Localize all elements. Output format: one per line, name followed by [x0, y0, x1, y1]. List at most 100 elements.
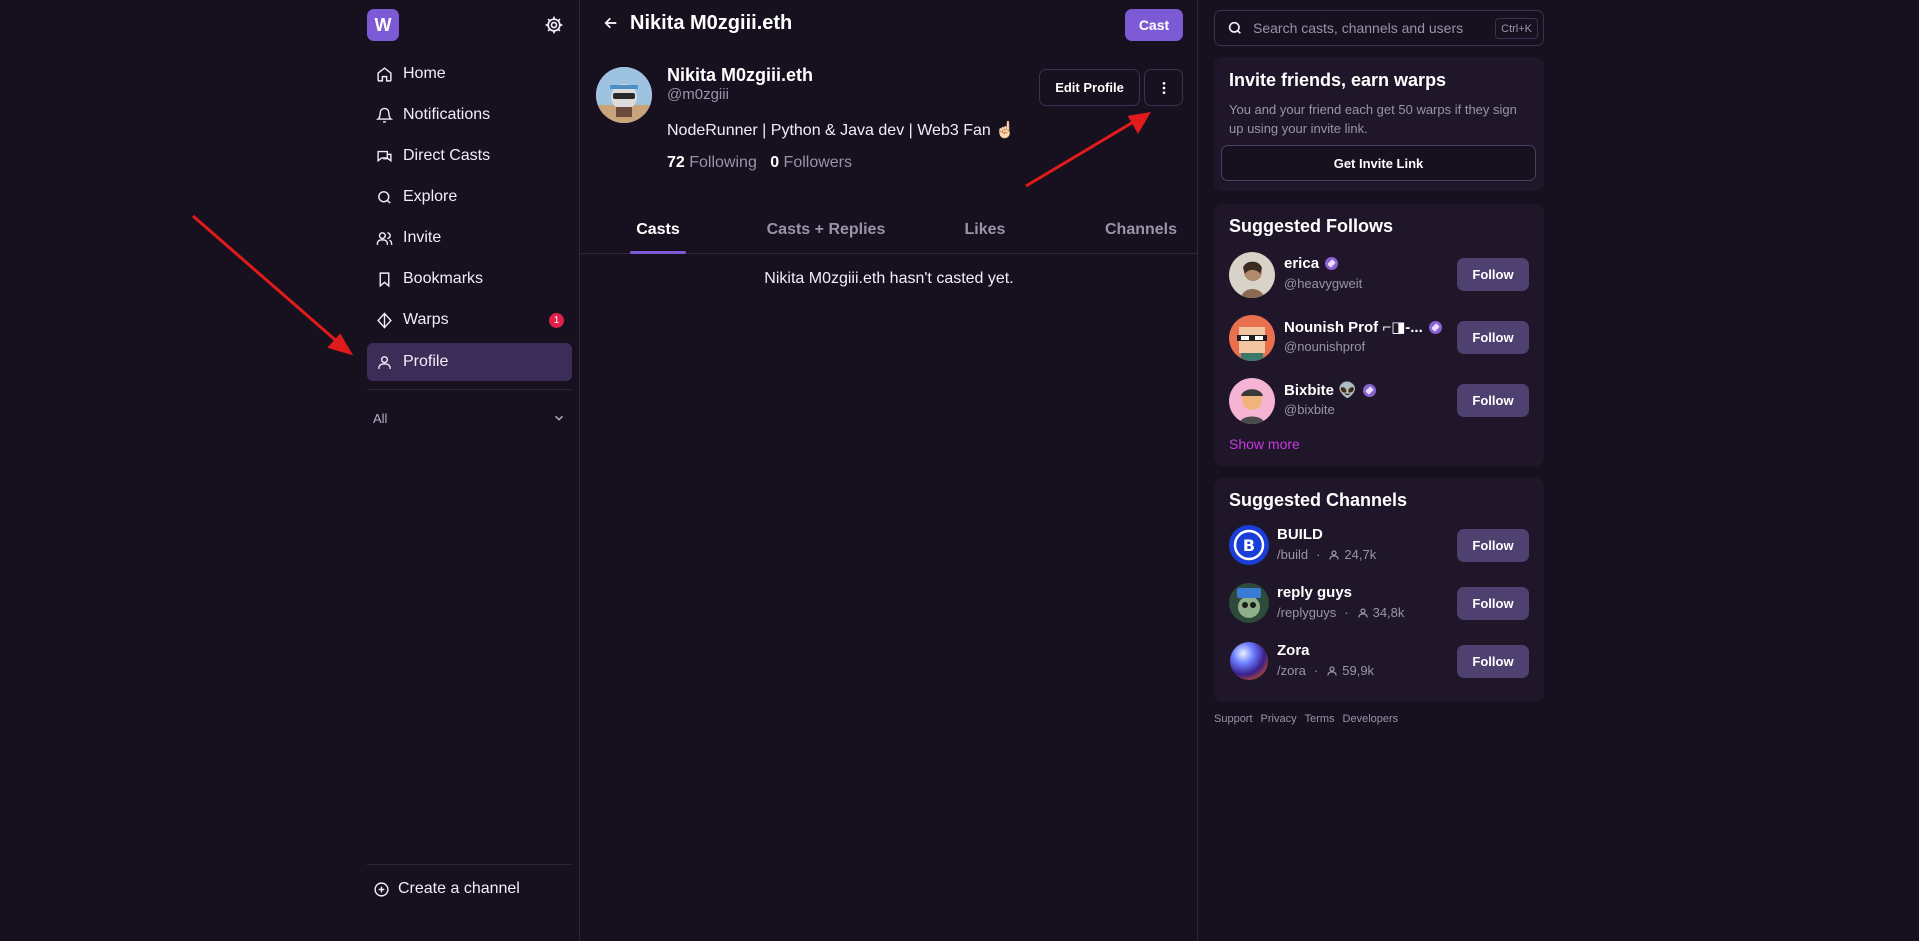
suggested-user-name: Bixbite 👽: [1284, 381, 1376, 399]
active-tab-indicator: [630, 251, 686, 254]
footer-links: Support Privacy Terms Developers: [1214, 713, 1406, 725]
bookmark-icon: [379, 271, 389, 287]
suggested-follows-card: Suggested Follows erica @heavygweit Foll…: [1214, 204, 1544, 466]
profile-name: Nikita M0zgiii.eth: [667, 65, 814, 85]
suggested-user-row[interactable]: erica @heavygweit Follow: [1229, 252, 1534, 300]
sidebar-item-bookmarks[interactable]: Bookmarks: [367, 260, 572, 298]
edit-profile-button[interactable]: Edit Profile: [1039, 69, 1140, 106]
followers-link[interactable]: 0 Followers: [770, 154, 852, 171]
empty-state-message: Nikita M0zgiii.eth hasn't casted yet.: [764, 270, 1014, 287]
more-options-button[interactable]: [1144, 69, 1183, 106]
home-icon: [376, 66, 392, 82]
channel-name: reply guys: [1277, 584, 1353, 601]
create-channel-button[interactable]: Create a channel: [373, 880, 520, 898]
search-shortcut-hint: Ctrl+K: [1495, 18, 1538, 39]
avatar[interactable]: [1229, 252, 1275, 298]
sidebar-item-warps[interactable]: Warps 1: [367, 301, 572, 339]
invite-card-title: Invite friends, earn warps: [1229, 70, 1447, 90]
follow-button[interactable]: Follow: [1457, 258, 1529, 291]
create-channel-label: Create a channel: [398, 880, 520, 897]
verified-badge-icon: [1362, 383, 1376, 397]
channel-avatar[interactable]: [1229, 641, 1269, 681]
follow-button[interactable]: Follow: [1457, 321, 1529, 354]
tab-likes[interactable]: Likes: [915, 206, 1055, 254]
channel-member-count: 24,7k: [1344, 547, 1377, 562]
tab-casts[interactable]: Casts: [610, 206, 706, 254]
show-more-link[interactable]: Show more: [1229, 436, 1300, 452]
channel-meta: /zora · 59,9k: [1277, 663, 1374, 678]
suggested-user-row[interactable]: Bixbite 👽 @bixbite Follow: [1229, 378, 1534, 426]
footer-link-terms[interactable]: Terms: [1305, 713, 1335, 725]
gear-icon[interactable]: [544, 15, 564, 35]
footer-link-support[interactable]: Support: [1214, 713, 1253, 725]
channel-avatar[interactable]: B: [1229, 525, 1269, 565]
user-icon: [377, 355, 391, 369]
user-icon: [1329, 549, 1340, 559]
sidebar-item-label: Notifications: [403, 106, 491, 123]
suggested-user-name: Nounish Prof ⌐◨-...: [1284, 318, 1442, 336]
sidebar-item-label: Warps: [403, 311, 449, 328]
channel-slug: /zora: [1277, 663, 1306, 678]
suggested-user-handle: @bixbite: [1284, 402, 1335, 417]
tab-casts-replies[interactable]: Casts + Replies: [740, 206, 912, 254]
sidebar-item-home[interactable]: Home: [367, 55, 572, 93]
followers-count: 0: [770, 154, 780, 171]
channel-member-count: 59,9k: [1342, 663, 1375, 678]
users-icon: [376, 231, 392, 245]
suggested-channel-row[interactable]: B BUILD /build · 24,7k Follow: [1229, 525, 1534, 567]
sidebar-item-label: Bookmarks: [403, 270, 484, 287]
channel-filter-label: All: [373, 410, 388, 426]
following-link[interactable]: 72 Following: [667, 154, 757, 171]
channel-name: Zora: [1277, 642, 1310, 659]
profile-tabs: Casts Casts + Replies Likes Channels: [580, 206, 1198, 254]
channel-filter-dropdown[interactable]: All: [367, 408, 572, 428]
notification-badge: 1: [549, 313, 564, 328]
suggested-user-name-text: erica: [1284, 255, 1320, 272]
follow-button[interactable]: Follow: [1457, 384, 1529, 417]
suggested-channel-row[interactable]: Zora /zora · 59,9k Follow: [1229, 641, 1534, 683]
diamond-icon: [376, 311, 392, 329]
channel-avatar[interactable]: [1229, 583, 1269, 623]
channel-slug: /replyguys: [1277, 605, 1337, 620]
footer-link-developers[interactable]: Developers: [1343, 713, 1399, 725]
followers-label: Followers: [783, 154, 853, 171]
suggested-channel-row[interactable]: reply guys /replyguys · 34,8k Follow: [1229, 583, 1534, 625]
avatar[interactable]: [1229, 378, 1275, 424]
search-input[interactable]: [1253, 20, 1483, 36]
follow-button[interactable]: Follow: [1457, 587, 1529, 620]
get-invite-link-button[interactable]: Get Invite Link: [1221, 145, 1536, 181]
app-logo[interactable]: W: [367, 9, 399, 41]
avatar[interactable]: [596, 67, 652, 123]
chat-icon: [376, 150, 392, 162]
invite-card: Invite friends, earn warps You and your …: [1214, 57, 1544, 191]
plus-circle-icon: [374, 881, 389, 897]
sidebar-item-label: Explore: [403, 188, 458, 205]
avatar[interactable]: [1229, 315, 1275, 361]
user-icon: [1327, 665, 1337, 675]
follow-button[interactable]: Follow: [1457, 529, 1529, 562]
invite-card-description: You and your friend each get 50 warps if…: [1229, 102, 1517, 136]
tab-channels[interactable]: Channels: [1070, 206, 1212, 254]
back-arrow-icon[interactable]: [603, 15, 619, 31]
search-icon: [1228, 21, 1241, 34]
sidebar-item-direct-casts[interactable]: Direct Casts: [367, 137, 572, 175]
svg-text:B: B: [1243, 536, 1255, 555]
suggested-user-row[interactable]: Nounish Prof ⌐◨-... @nounishprof Follow: [1229, 315, 1534, 363]
page-title: Nikita M0zgiii.eth: [630, 12, 793, 34]
search-bar[interactable]: Ctrl+K: [1214, 10, 1544, 46]
main-content: Nikita M0zgiii.eth Cast Nikita M0zgiii.e…: [579, 0, 1198, 941]
bell-icon: [375, 107, 393, 123]
channel-slug: /build: [1277, 547, 1309, 562]
verified-badge-icon: [1325, 257, 1339, 270]
sidebar-item-notifications[interactable]: Notifications: [367, 96, 572, 134]
channel-meta: /replyguys · 34,8k: [1277, 605, 1404, 620]
cast-button[interactable]: Cast: [1125, 9, 1183, 41]
sidebar-item-profile[interactable]: Profile: [367, 343, 572, 381]
dot-separator: ·: [1316, 547, 1321, 562]
sidebar-item-explore[interactable]: Explore: [367, 178, 572, 216]
sidebar-item-invite[interactable]: Invite: [367, 219, 572, 257]
footer-link-privacy[interactable]: Privacy: [1261, 713, 1297, 725]
suggested-user-name-text: Nounish Prof ⌐◨-...: [1284, 319, 1423, 336]
follow-button[interactable]: Follow: [1457, 645, 1529, 678]
user-icon: [1357, 607, 1368, 617]
